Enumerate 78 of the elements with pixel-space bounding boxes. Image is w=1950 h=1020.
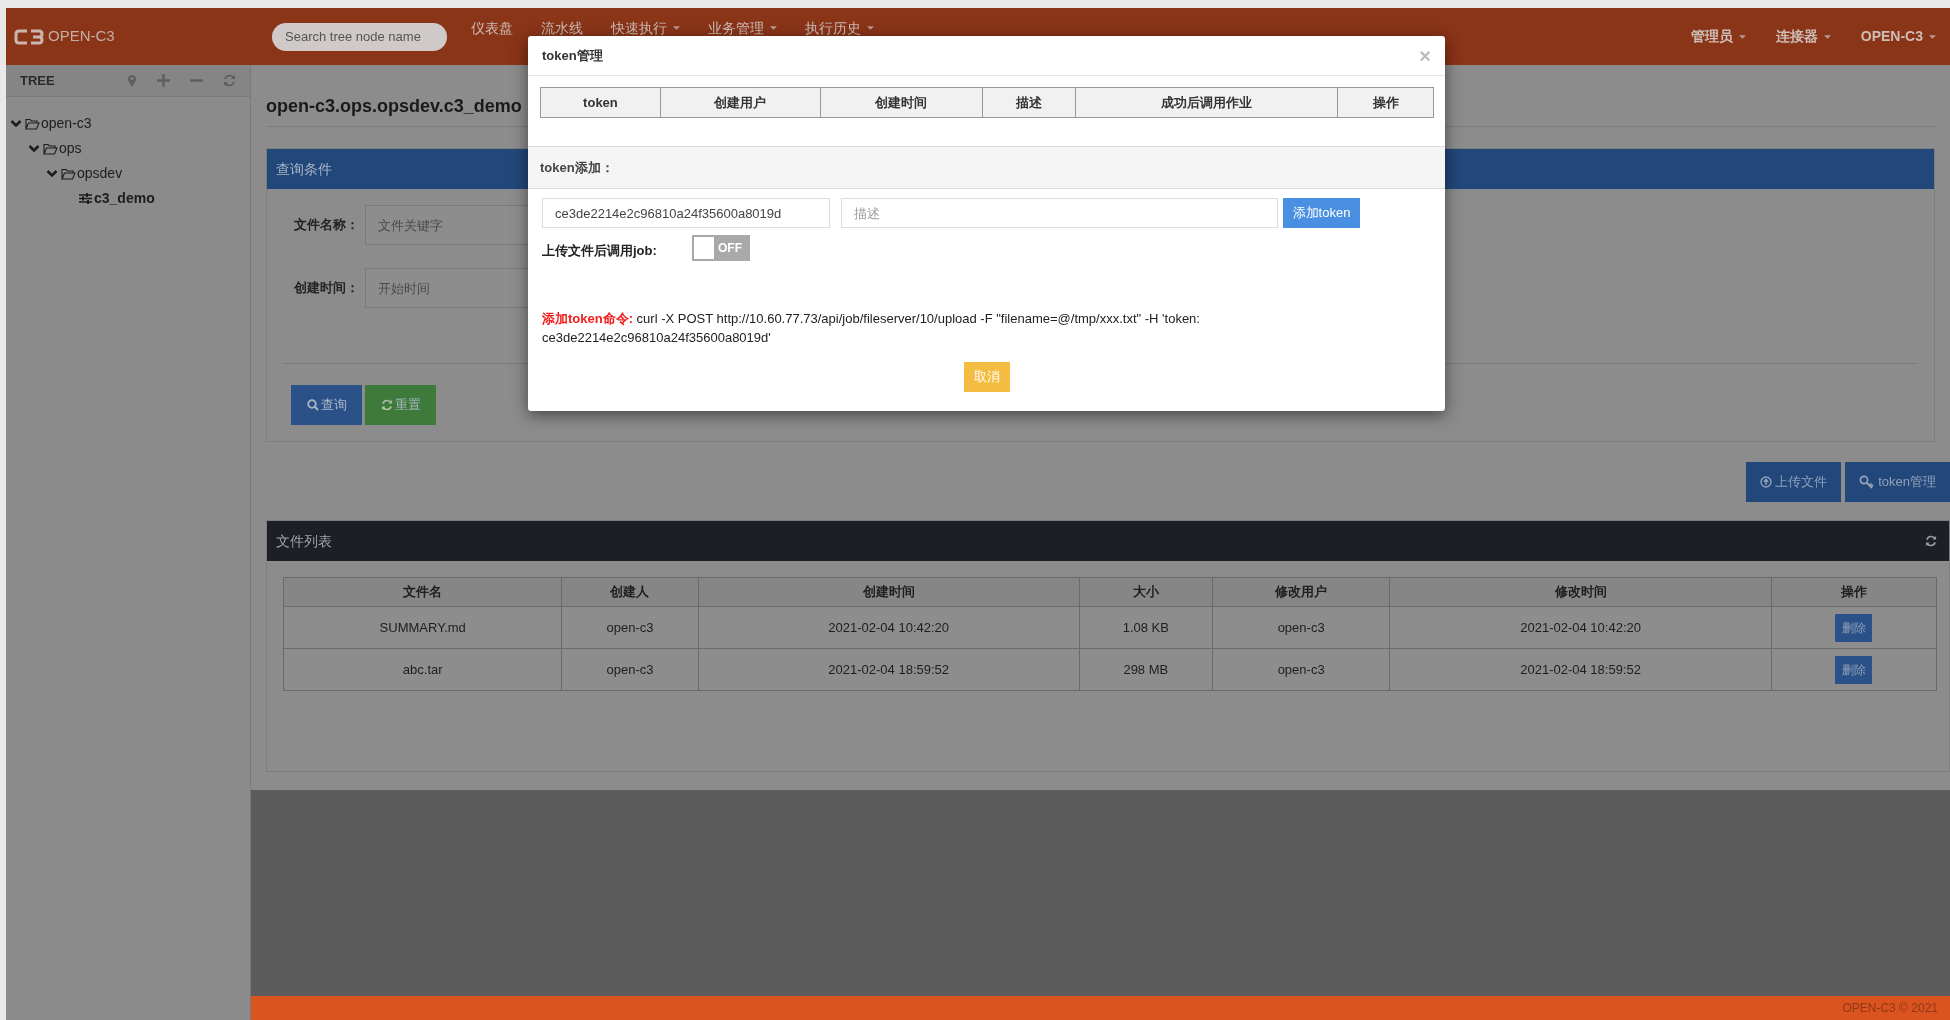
key-button[interactable]: token管理 — [1845, 462, 1950, 502]
token-field[interactable]: ce3de2214e2c96810a24f35600a8019d — [542, 198, 830, 228]
table-cell: SUMMARY.md — [283, 606, 562, 649]
upload-button[interactable]: 上传文件 — [1746, 462, 1842, 502]
description-field[interactable]: 描述 — [841, 198, 1278, 228]
table-cell: open-c3 — [1212, 648, 1390, 691]
table-cell: 2021-02-04 18:59:52 — [1389, 648, 1772, 691]
folder-icon — [25, 117, 40, 130]
page-title: open-c3.ops.opsdev.c3_demo — [266, 95, 522, 118]
nav-item[interactable]: 业务管理 — [708, 20, 777, 36]
refresh-icon[interactable] — [1925, 535, 1937, 547]
column-header: 描述 — [982, 87, 1076, 118]
table-cell: 298 MB — [1079, 648, 1213, 691]
column-header: 创建人 — [561, 577, 699, 607]
section-title: token添加： — [528, 147, 1445, 189]
caret-icon — [1738, 34, 1746, 39]
command-text: 添加token命令: curl -X POST http://10.60.77.73/api/job/fileserver/10/upload -F "filename=@/tmp/xxx.txt" -H 'token: ce3de2214e2c96810a24f35600a8019d' — [542, 310, 1201, 347]
toggle-switch[interactable]: OFF — [692, 235, 750, 261]
caret-icon — [770, 26, 777, 30]
table-cell: 2021-02-04 10:42:20 — [698, 606, 1080, 649]
column-header: 创建用户 — [660, 87, 821, 118]
nav-item[interactable]: 仪表盘 — [471, 20, 513, 36]
field-label: 创建时间： — [293, 279, 360, 298]
table-cell: open-c3 — [1212, 606, 1390, 649]
chevron-down-icon[interactable] — [46, 168, 58, 179]
tree-node[interactable]: ops — [59, 138, 82, 159]
upload-icon — [1760, 476, 1773, 488]
logo-icon — [14, 28, 44, 45]
add-token-button[interactable]: 添加token — [1283, 198, 1360, 228]
column-header: 创建时间 — [820, 87, 982, 118]
field-label: 文件名称： — [293, 216, 360, 235]
table-cell: abc.tar — [283, 648, 562, 691]
column-header: 修改用户 — [1212, 577, 1390, 607]
column-header: token — [540, 87, 661, 118]
folder-icon — [43, 142, 58, 155]
caret-icon — [1823, 34, 1831, 39]
tree-node[interactable]: opsdev — [77, 163, 123, 184]
search-icon — [306, 399, 319, 411]
table-cell: open-c3 — [561, 606, 699, 649]
column-header: 成功后调用作业 — [1075, 87, 1338, 118]
tree-node[interactable]: c3_demo — [94, 188, 155, 209]
tree-title: TREE — [20, 71, 55, 90]
delete-button[interactable]: 删除 — [1835, 655, 1873, 684]
table-cell: 2021-02-04 10:42:20 — [1389, 606, 1772, 649]
column-header: 创建时间 — [698, 577, 1080, 607]
column-header: 操作 — [1337, 87, 1434, 118]
menu-item[interactable]: 连接器 — [1775, 26, 1831, 47]
footer-text: OPEN-C3 © 2021 — [1842, 1000, 1938, 1017]
search-field[interactable]: Search tree node name — [272, 22, 447, 51]
folder-icon — [61, 167, 76, 180]
modal-title: token管理 — [542, 46, 603, 65]
toggle-label: 上传文件后调用job: — [542, 242, 658, 260]
column-header: 文件名 — [283, 577, 562, 607]
key-icon — [1859, 475, 1876, 489]
caret-icon — [673, 26, 680, 30]
panel-title: 文件列表 — [276, 531, 332, 551]
caret-icon — [867, 26, 874, 30]
search-button[interactable]: 查询 — [291, 385, 362, 425]
caret-icon — [1929, 34, 1936, 39]
tree-node[interactable]: open-c3 — [41, 113, 92, 134]
logo-text: OPEN-C3 — [48, 26, 115, 47]
refresh-icon — [380, 399, 393, 411]
chevron-down-icon[interactable] — [28, 143, 40, 154]
nav-item[interactable]: 流水线 — [541, 20, 583, 36]
table-cell: 1.08 KB — [1079, 606, 1213, 649]
column-header: 操作 — [1771, 577, 1937, 607]
chevron-down-icon[interactable] — [10, 118, 22, 129]
table-cell: open-c3 — [561, 648, 699, 691]
nav-item[interactable]: 快速执行 — [611, 20, 680, 36]
reset-button[interactable]: 重置 — [365, 385, 436, 425]
table-cell: 2021-02-04 18:59:52 — [698, 648, 1080, 691]
nav-item[interactable]: 执行历史 — [805, 20, 874, 36]
column-header: 大小 — [1079, 577, 1213, 607]
menu-item[interactable]: 管理员 — [1690, 26, 1746, 47]
delete-button[interactable]: 删除 — [1835, 613, 1873, 642]
column-header: 修改时间 — [1389, 577, 1772, 607]
sliders-icon — [79, 193, 92, 204]
menu-item[interactable]: OPEN-C3 — [1860, 26, 1936, 47]
